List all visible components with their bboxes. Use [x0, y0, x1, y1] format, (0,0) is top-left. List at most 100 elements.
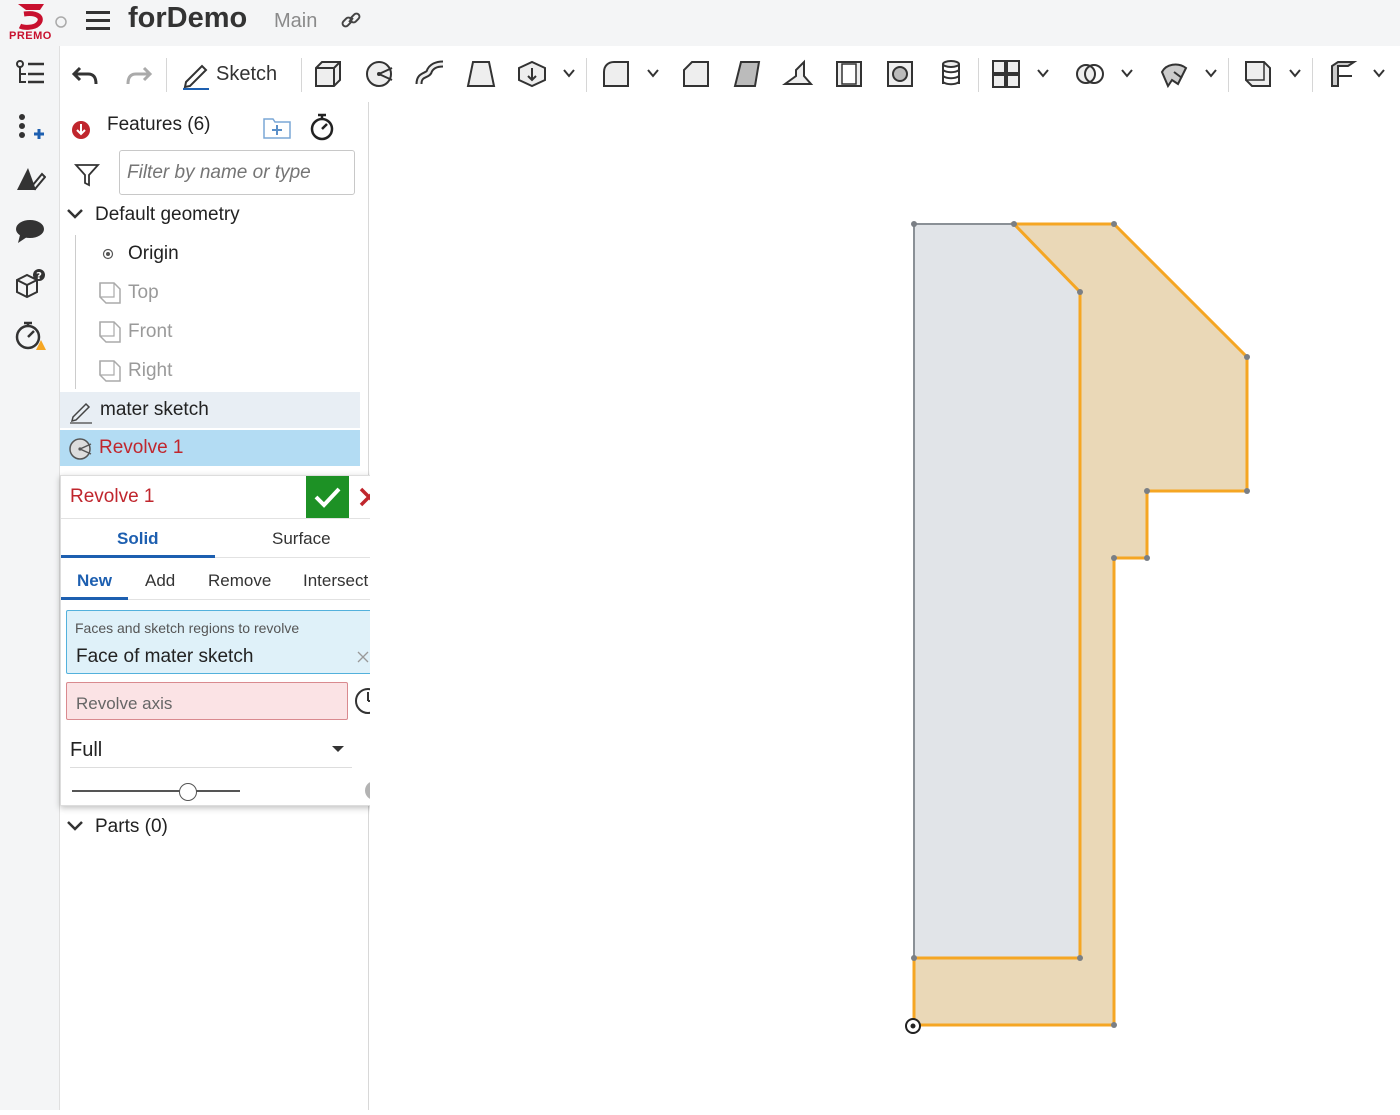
- tree-item-front-plane[interactable]: Front: [60, 314, 360, 350]
- tab-surface[interactable]: Surface: [272, 529, 331, 549]
- faces-selection-value: Face of mater sketch: [76, 646, 254, 667]
- redo-icon[interactable]: [122, 58, 154, 90]
- revolve-type-select[interactable]: Full: [70, 732, 352, 768]
- right-plane-label: Right: [128, 360, 173, 381]
- thread-icon[interactable]: [935, 58, 967, 90]
- faces-selection-field[interactable]: Faces and sketch regions to revolve Face…: [66, 610, 386, 674]
- branch-name[interactable]: Main: [274, 10, 317, 33]
- tree-item-sketch[interactable]: mater sketch: [60, 392, 360, 428]
- sketch-label: Sketch: [216, 63, 278, 85]
- front-plane-label: Front: [128, 321, 173, 342]
- transform-icon[interactable]: [1158, 58, 1190, 90]
- boolean-icon[interactable]: [1074, 58, 1106, 90]
- chevron-down-icon[interactable]: [1204, 66, 1218, 80]
- hole-icon[interactable]: [884, 58, 916, 90]
- hamburger-menu-icon[interactable]: [86, 8, 110, 32]
- tab-remove[interactable]: Remove: [208, 571, 271, 591]
- tree-item-revolve[interactable]: Revolve 1: [60, 430, 360, 466]
- chevron-down-icon[interactable]: [562, 66, 576, 80]
- tree-group-default-geometry[interactable]: Default geometry: [60, 197, 360, 233]
- chevron-down-icon[interactable]: [66, 819, 84, 833]
- left-rail: ?: [0, 46, 60, 1110]
- tree-item-origin[interactable]: Origin: [60, 236, 360, 272]
- shell-icon[interactable]: [833, 58, 865, 90]
- document-title[interactable]: forDemo: [128, 2, 247, 35]
- svg-text:?: ?: [36, 271, 42, 282]
- tree-item-right-plane[interactable]: Right: [60, 353, 360, 389]
- tab-add[interactable]: Add: [145, 571, 175, 591]
- tree-item-top-plane[interactable]: Top: [60, 275, 360, 311]
- faces-field-label: Faces and sketch regions to revolve: [75, 620, 300, 636]
- revolve-icon[interactable]: [364, 58, 396, 90]
- toolbar-separator: [166, 58, 167, 92]
- chevron-down-icon[interactable]: [1372, 66, 1386, 80]
- features-title: Features (6): [107, 114, 211, 135]
- toolbar-separator: [978, 58, 979, 92]
- tree-group-parts[interactable]: Parts (0): [60, 809, 360, 845]
- active-tab-indicator: [61, 597, 128, 600]
- new-folder-icon[interactable]: [263, 115, 291, 139]
- chevron-down-icon[interactable]: [646, 66, 660, 80]
- undo-icon[interactable]: [70, 58, 102, 90]
- filter-icon[interactable]: [73, 162, 101, 188]
- app-logo[interactable]: PREMO: [4, 0, 70, 46]
- stopwatch-icon[interactable]: [309, 113, 335, 141]
- performance-warning-icon[interactable]: [14, 320, 46, 352]
- fillet-icon[interactable]: [600, 58, 632, 90]
- operation-tabs: New Add Remove Intersect: [61, 558, 391, 600]
- tab-intersect[interactable]: Intersect: [303, 571, 368, 591]
- comments-icon[interactable]: [14, 216, 46, 248]
- revolve-type-value: Full: [70, 739, 103, 761]
- plane-icon[interactable]: [1242, 58, 1274, 90]
- sketch-feature-label: mater sketch: [100, 399, 209, 420]
- origin-marker-icon[interactable]: [905, 1018, 921, 1034]
- chevron-down-icon[interactable]: [1036, 66, 1050, 80]
- revolve-icon: [69, 438, 92, 460]
- plane-icon: [99, 360, 121, 382]
- chamfer-icon[interactable]: [680, 58, 712, 90]
- revolve-axis-placeholder: Revolve axis: [76, 694, 173, 713]
- draft-icon[interactable]: [731, 58, 763, 90]
- plane-icon: [99, 282, 121, 304]
- top-plane-label: Top: [128, 282, 159, 303]
- rollback-icon[interactable]: [71, 120, 91, 140]
- parts-label: Parts (0): [95, 816, 168, 837]
- origin-icon: [102, 248, 114, 260]
- sweep-icon[interactable]: [415, 58, 447, 90]
- accept-button[interactable]: [306, 476, 349, 518]
- preview-slider-thumb[interactable]: [179, 783, 197, 801]
- preview-slider-track[interactable]: [72, 790, 240, 792]
- revolve-dialog: Revolve 1 Solid Surface New Add Remove I…: [60, 475, 391, 806]
- thicken-icon[interactable]: [516, 58, 548, 90]
- sketch-region-unselected[interactable]: [913, 223, 1081, 959]
- toolbar-separator: [1312, 58, 1313, 92]
- toolbar-separator: [1228, 58, 1229, 92]
- toolbar: Sketch: [60, 46, 1400, 102]
- extrude-icon[interactable]: [312, 58, 344, 90]
- graphics-viewport[interactable]: [370, 102, 1400, 1110]
- tab-new[interactable]: New: [77, 571, 112, 591]
- link-icon[interactable]: [340, 9, 362, 31]
- default-geometry-label: Default geometry: [95, 204, 240, 225]
- pattern-icon[interactable]: [990, 58, 1022, 90]
- clear-selection-icon[interactable]: [355, 649, 371, 665]
- filter-input[interactable]: [119, 150, 355, 195]
- sketch-canvas[interactable]: [370, 102, 1400, 1110]
- revolve-axis-field[interactable]: Revolve axis: [66, 682, 348, 720]
- chevron-down-icon[interactable]: [1288, 66, 1302, 80]
- title-bar: PREMO forDemo Main: [0, 0, 1400, 46]
- appearance-icon[interactable]: [14, 164, 47, 196]
- dropdown-caret-icon: [332, 746, 344, 752]
- sheet-metal-icon[interactable]: [1326, 58, 1358, 90]
- parts-help-icon[interactable]: ?: [14, 268, 46, 300]
- chevron-down-icon[interactable]: [1120, 66, 1134, 80]
- dialog-title: Revolve 1: [70, 486, 155, 507]
- pencil-icon: [183, 64, 209, 90]
- feature-list-icon[interactable]: [14, 58, 46, 90]
- rib-icon[interactable]: [781, 58, 814, 90]
- loft-icon[interactable]: [465, 58, 497, 90]
- insert-variable-icon[interactable]: [14, 112, 46, 144]
- tab-solid[interactable]: Solid: [117, 529, 159, 549]
- chevron-down-icon[interactable]: [66, 207, 84, 221]
- sketch-button[interactable]: Sketch: [180, 58, 292, 90]
